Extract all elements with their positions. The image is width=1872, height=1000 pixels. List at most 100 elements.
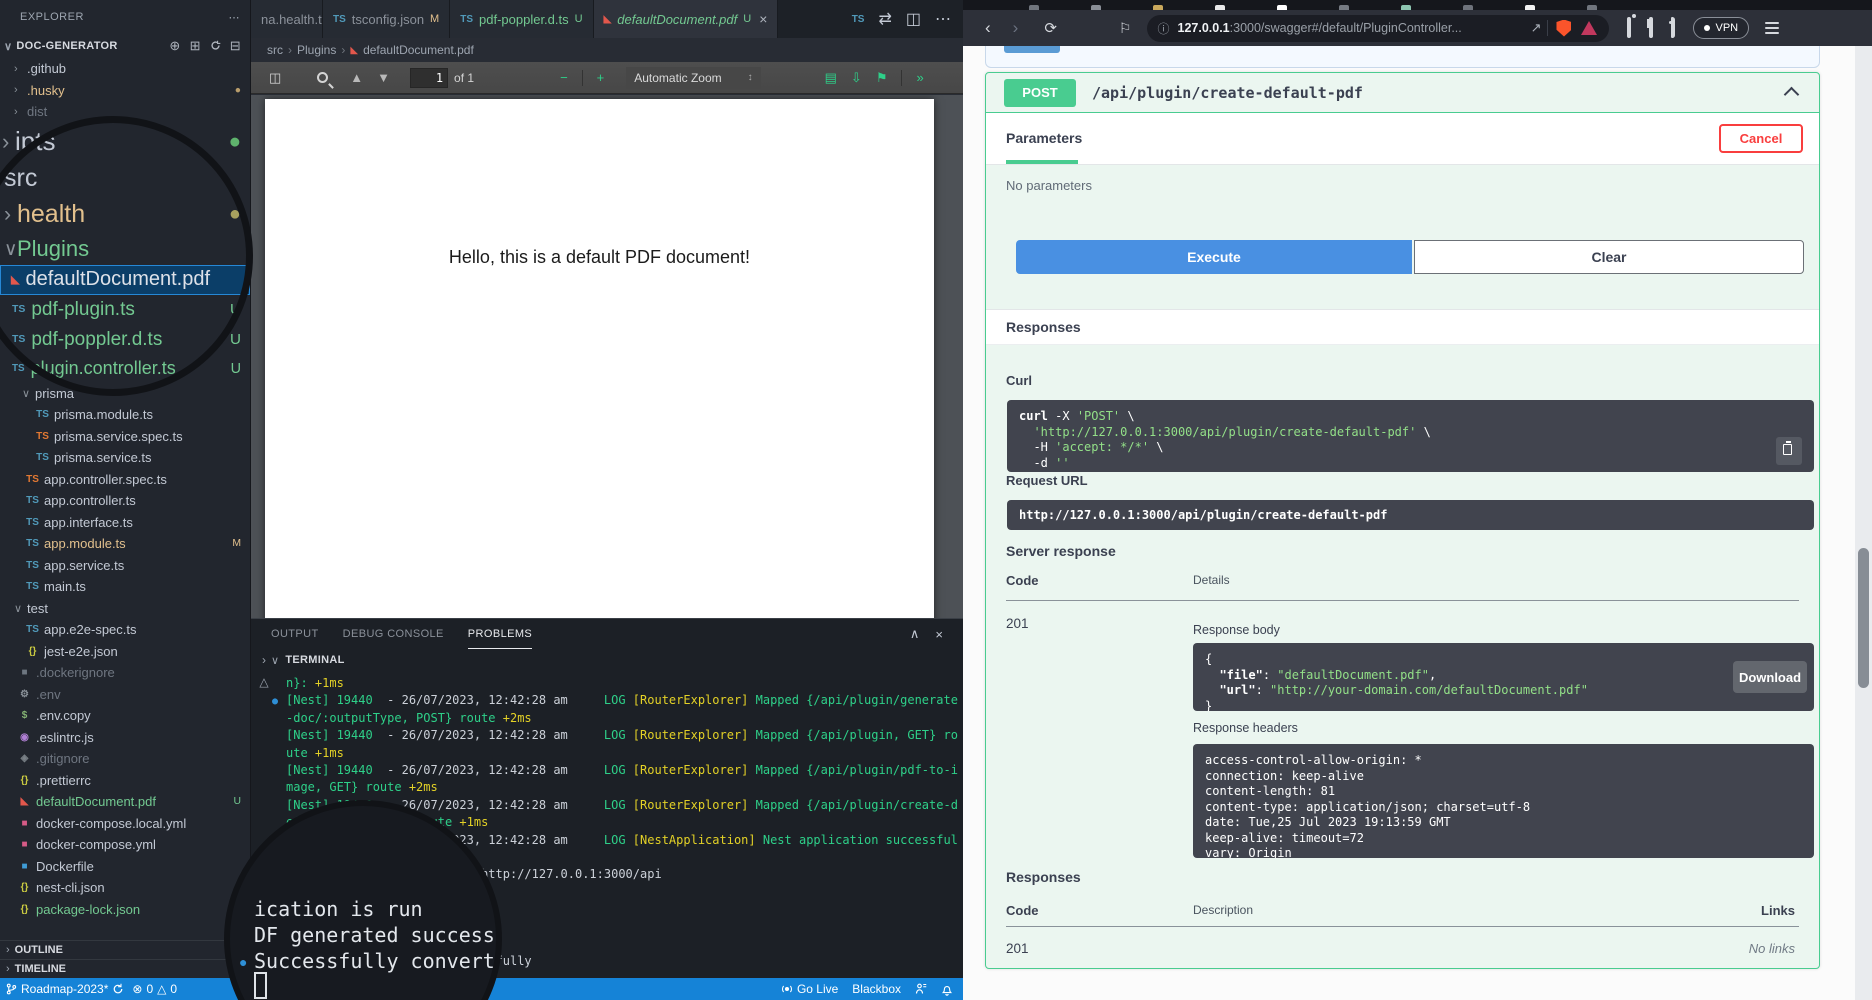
expand-icon[interactable]: ›: [255, 653, 273, 667]
file-tree-item[interactable]: {} jest-e2e.json: [0, 641, 250, 663]
file-tree-item[interactable]: ■ Dockerfile: [0, 856, 250, 878]
feedback-item[interactable]: [915, 983, 927, 995]
new-file-icon[interactable]: ⊕: [169, 38, 180, 54]
file-tree-item[interactable]: TS pdf-poppler.d.ts U: [0, 325, 250, 355]
back-icon[interactable]: ‹: [985, 18, 991, 38]
file-tree-item[interactable]: ∨ Plugins: [0, 233, 250, 265]
project-section-header[interactable]: ∨ DOC-GENERATOR ⊕ ⊞ ⊟: [0, 34, 250, 58]
file-tree-item[interactable]: ◣ defaultDocument.pdf: [0, 265, 250, 295]
collapse-chevron-icon[interactable]: [1784, 87, 1800, 103]
more-actions-icon[interactable]: ⋯: [935, 9, 951, 29]
copy-icon[interactable]: [1776, 437, 1802, 465]
file-tree-item[interactable]: TS prisma.module.ts: [0, 404, 250, 426]
execute-button[interactable]: Execute: [1016, 240, 1412, 274]
file-tree-item[interactable]: ◈ .gitignore: [0, 748, 250, 770]
bookmarks-icon[interactable]: ⚐: [1119, 20, 1132, 37]
typescript-icon[interactable]: TS: [852, 14, 865, 25]
editor-tab[interactable]: ◣ defaultDocument.pdf U ×: [594, 0, 779, 38]
file-tree-item[interactable]: › .husky ●: [0, 80, 250, 102]
breadcrumb-item[interactable]: Plugins: [297, 43, 336, 57]
editor-tab[interactable]: TS tsconfig.json M: [323, 0, 450, 38]
toggle-sidebar-icon[interactable]: ◫: [269, 70, 281, 86]
file-tree-item[interactable]: TS app.e2e-spec.ts: [0, 619, 250, 641]
file-tree-item[interactable]: TS prisma.service.ts: [0, 447, 250, 469]
previous-page-icon[interactable]: ▲: [350, 70, 363, 85]
share-icon[interactable]: ↗: [1531, 20, 1542, 36]
file-tree-item[interactable]: TS app.interface.ts: [0, 512, 250, 534]
file-tree-item[interactable]: {} package-lock.json U: [0, 899, 250, 921]
file-tree-item[interactable]: TS prisma.service.spec.ts: [0, 426, 250, 448]
refresh-icon[interactable]: [210, 39, 221, 54]
file-tree-item[interactable]: ■ .dockerignore: [0, 662, 250, 684]
outline-section[interactable]: › OUTLINE: [0, 940, 250, 959]
problems-item[interactable]: ⊗ 0 △ 0: [132, 982, 177, 996]
panel-tab[interactable]: OUTPUT: [271, 619, 319, 649]
reload-icon[interactable]: ⟳: [1044, 19, 1057, 37]
extensions-icon[interactable]: [1627, 17, 1631, 38]
print-icon[interactable]: ▤: [825, 70, 837, 86]
tab-close-icon[interactable]: ×: [759, 11, 767, 27]
git-branch-item[interactable]: Roadmap-2023*: [6, 982, 124, 996]
bookmark-icon[interactable]: ⚑: [876, 70, 888, 86]
maximize-panel-icon[interactable]: ∧: [910, 626, 920, 642]
notifications-item[interactable]: [941, 983, 953, 996]
more-actions-icon[interactable]: ⋯: [229, 11, 241, 24]
timeline-section[interactable]: › TIMELINE: [0, 959, 250, 978]
wallet-icon[interactable]: [1671, 17, 1675, 38]
zoom-in-icon[interactable]: +: [597, 70, 605, 85]
go-live-item[interactable]: Go Live: [781, 982, 838, 996]
file-tree-item[interactable]: TS app.controller.spec.ts: [0, 469, 250, 491]
file-tree-item[interactable]: ◣ defaultDocument.pdf U: [0, 791, 250, 813]
file-tree-item[interactable]: ■ docker-compose.yml: [0, 834, 250, 856]
file-tree-item[interactable]: $ .env.copy: [0, 705, 250, 727]
browser-tab-strip[interactable]: [963, 0, 1872, 10]
cancel-button[interactable]: Cancel: [1719, 124, 1803, 153]
scrollbar-thumb[interactable]: [1858, 548, 1869, 688]
panel-tab[interactable]: PROBLEMS: [468, 619, 532, 649]
zoom-select[interactable]: Automatic Zoom ↕: [626, 67, 760, 89]
address-bar[interactable]: ⓘ 127.0.0.1 :3000/swagger#/default/Plugi…: [1147, 15, 1609, 42]
file-tree-item[interactable]: TS app.module.ts M: [0, 533, 250, 555]
sidebar-icon[interactable]: [1649, 17, 1653, 38]
editor-tab[interactable]: na.health.ts: [251, 0, 323, 38]
vpn-button[interactable]: VPN: [1693, 17, 1749, 39]
file-tree-item[interactable]: TS pdf-plugin.ts U: [0, 295, 250, 325]
file-tree-item[interactable]: › .github: [0, 58, 250, 80]
file-tree-item[interactable]: ⚙ .env: [0, 684, 250, 706]
browser-scrollbar[interactable]: [1855, 46, 1872, 1000]
brave-shield-icon[interactable]: [1556, 20, 1571, 37]
file-tree-item[interactable]: ◉ .eslintrc.js: [0, 727, 250, 749]
next-page-icon[interactable]: ▼: [377, 70, 390, 85]
editor-tab[interactable]: TS pdf-poppler.d.ts U: [450, 0, 593, 38]
breadcrumb-item[interactable]: src: [267, 43, 283, 57]
page-number-input[interactable]: [410, 68, 448, 88]
download-icon[interactable]: ⇩: [851, 70, 862, 86]
file-tree-item[interactable]: src: [0, 161, 250, 197]
file-tree-item[interactable]: {} .prettierrc: [0, 770, 250, 792]
file-tree-item[interactable]: TS plugin.controller.ts U: [0, 355, 250, 383]
file-tree-item[interactable]: TS app.controller.ts: [0, 490, 250, 512]
blackbox-item[interactable]: Blackbox: [852, 982, 901, 996]
zoom-out-icon[interactable]: −: [560, 70, 568, 85]
previous-endpoint-block[interactable]: [985, 46, 1820, 68]
download-button[interactable]: Download: [1733, 661, 1807, 693]
endpoint-header[interactable]: POST /api/plugin/create-default-pdf: [986, 73, 1819, 113]
file-tree-item[interactable]: ■ docker-compose.local.yml: [0, 813, 250, 835]
terminal-header[interactable]: ∨ TERMINAL: [251, 649, 963, 671]
toolbar-overflow-icon[interactable]: »: [916, 70, 923, 85]
file-tree-item[interactable]: › ipts ●: [0, 123, 250, 161]
clear-button[interactable]: Clear: [1414, 240, 1804, 274]
file-tree-item[interactable]: › dist: [0, 101, 250, 123]
file-tree-item[interactable]: TS app.service.ts: [0, 555, 250, 577]
file-tree-item[interactable]: ∨ test: [0, 598, 250, 620]
close-panel-icon[interactable]: ×: [935, 627, 943, 642]
new-folder-icon[interactable]: ⊞: [190, 38, 201, 54]
forward-icon[interactable]: ›: [1013, 18, 1019, 38]
file-tree-item[interactable]: TS main.ts: [0, 576, 250, 598]
extension-icon[interactable]: [1581, 21, 1597, 35]
file-tree-item[interactable]: › health ●: [0, 197, 250, 233]
bread crumb-item[interactable]: defaultDocument.pdf: [363, 43, 474, 57]
search-icon[interactable]: [317, 72, 328, 83]
panel-tab[interactable]: DEBUG CONSOLE: [343, 619, 444, 649]
file-tree-item[interactable]: {} nest-cli.json: [0, 877, 250, 899]
